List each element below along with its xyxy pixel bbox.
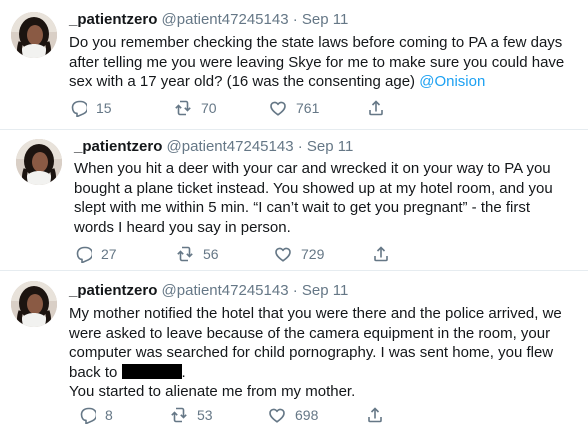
- display-name[interactable]: _patientzero: [74, 138, 162, 155]
- tweet-line-text: back to: [69, 363, 122, 381]
- reply-count: 8: [105, 407, 113, 423]
- tweet-line-text: sex with a 17 year old? (16 was the cons…: [69, 73, 420, 91]
- share-icon: [368, 407, 382, 423]
- display-name[interactable]: _patientzero: [69, 282, 157, 299]
- avatar[interactable]: [16, 139, 62, 185]
- retweet-button[interactable]: 53: [170, 405, 213, 425]
- tweet-line: after telling me you were leaving Skye f…: [69, 53, 565, 71]
- like-icon: [270, 101, 286, 116]
- like-button[interactable]: 698: [268, 405, 318, 425]
- timestamp[interactable]: Sep 11: [307, 138, 353, 155]
- tweet-actions: 8 53 698: [78, 405, 398, 425]
- share-icon: [369, 100, 383, 116]
- handle[interactable]: @patient47245143: [162, 282, 289, 299]
- tweet-line: sex with a 17 year old? (16 was the cons…: [69, 72, 564, 92]
- retweet-button[interactable]: 56: [176, 244, 219, 264]
- timestamp[interactable]: Sep 11: [302, 11, 348, 28]
- mention-link[interactable]: @Onision: [419, 73, 485, 90]
- tweet-line: back to .: [69, 363, 562, 383]
- tweet-text: Do you remember checking the state laws …: [69, 33, 564, 92]
- tweet-header: _patientzero @patient47245143 · Sep 11: [69, 281, 348, 301]
- retweet-button[interactable]: 70: [174, 98, 217, 118]
- share-button[interactable]: [367, 98, 394, 118]
- tweet-header: _patientzero @patient47245143 · Sep 11: [69, 10, 348, 30]
- separator: ·: [297, 138, 303, 155]
- avatar[interactable]: [11, 12, 57, 58]
- tweet-line: slept with me within 5 min. “I can’t wai…: [74, 199, 531, 217]
- tweet-line: My mother notified the hotel that you we…: [69, 305, 562, 322]
- tweet-line: words I heard you say in person.: [74, 218, 291, 236]
- reply-button[interactable]: 15: [69, 98, 112, 118]
- timestamp[interactable]: Sep 11: [302, 282, 348, 299]
- tweet-actions: 15 70 761: [69, 98, 399, 118]
- separator: ·: [292, 11, 298, 28]
- tweet-2[interactable]: _patientzero @patient47245143 · Sep 11 W…: [0, 130, 588, 270]
- like-icon: [275, 247, 291, 262]
- like-button[interactable]: 761: [269, 98, 319, 118]
- reply-button[interactable]: 27: [74, 244, 117, 264]
- share-button[interactable]: [366, 405, 393, 425]
- reply-count: 15: [96, 100, 112, 116]
- tweet-line: were asked to leave because of the camer…: [69, 324, 551, 342]
- tweet-text: My mother notified the hotel that you we…: [69, 304, 562, 402]
- like-count: 698: [295, 407, 319, 423]
- tweet-text: When you hit a deer with your car and wr…: [74, 159, 553, 237]
- handle[interactable]: @patient47245143: [167, 138, 294, 155]
- tweet-line: You started to alienate me from my mothe…: [69, 383, 356, 401]
- tweet-line: bought a plane ticket instead. You showe…: [74, 179, 553, 197]
- like-button[interactable]: 729: [274, 244, 324, 264]
- tweet-line: computer was searched for child pornogra…: [69, 344, 554, 362]
- handle[interactable]: @patient47245143: [162, 11, 289, 28]
- like-icon: [269, 408, 285, 423]
- separator: ·: [292, 282, 298, 299]
- tweet-line: When you hit a deer with your car and wr…: [74, 160, 551, 177]
- retweet-icon: [171, 407, 187, 423]
- avatar[interactable]: [11, 281, 57, 327]
- tweet-header: _patientzero @patient47245143 · Sep 11: [74, 137, 353, 157]
- reply-icon: [80, 407, 96, 424]
- retweet-count: 70: [201, 100, 217, 116]
- tweet-1[interactable]: _patientzero @patient47245143 · Sep 11 D…: [0, 0, 588, 129]
- share-icon: [374, 246, 388, 262]
- reply-count: 27: [101, 246, 117, 262]
- reply-button[interactable]: 8: [78, 405, 113, 425]
- retweet-count: 56: [203, 246, 219, 262]
- retweet-icon: [175, 100, 191, 116]
- tweet-actions: 27 56 729: [74, 244, 404, 264]
- reply-icon: [76, 246, 92, 263]
- avatar-photo: [16, 139, 62, 185]
- reply-icon: [71, 100, 87, 117]
- redaction-bar: [121, 363, 182, 379]
- tweet-3[interactable]: _patientzero @patient47245143 · Sep 11 M…: [0, 271, 588, 434]
- avatar-photo: [11, 281, 57, 327]
- display-name[interactable]: _patientzero: [69, 11, 157, 28]
- avatar-photo: [11, 12, 57, 58]
- tweet-line: Do you remember checking the state laws …: [69, 34, 563, 51]
- tweet-line-end: .: [181, 363, 186, 381]
- like-count: 729: [301, 246, 325, 262]
- retweet-icon: [177, 246, 193, 262]
- like-count: 761: [296, 100, 320, 116]
- share-button[interactable]: [372, 244, 399, 264]
- retweet-count: 53: [197, 407, 213, 423]
